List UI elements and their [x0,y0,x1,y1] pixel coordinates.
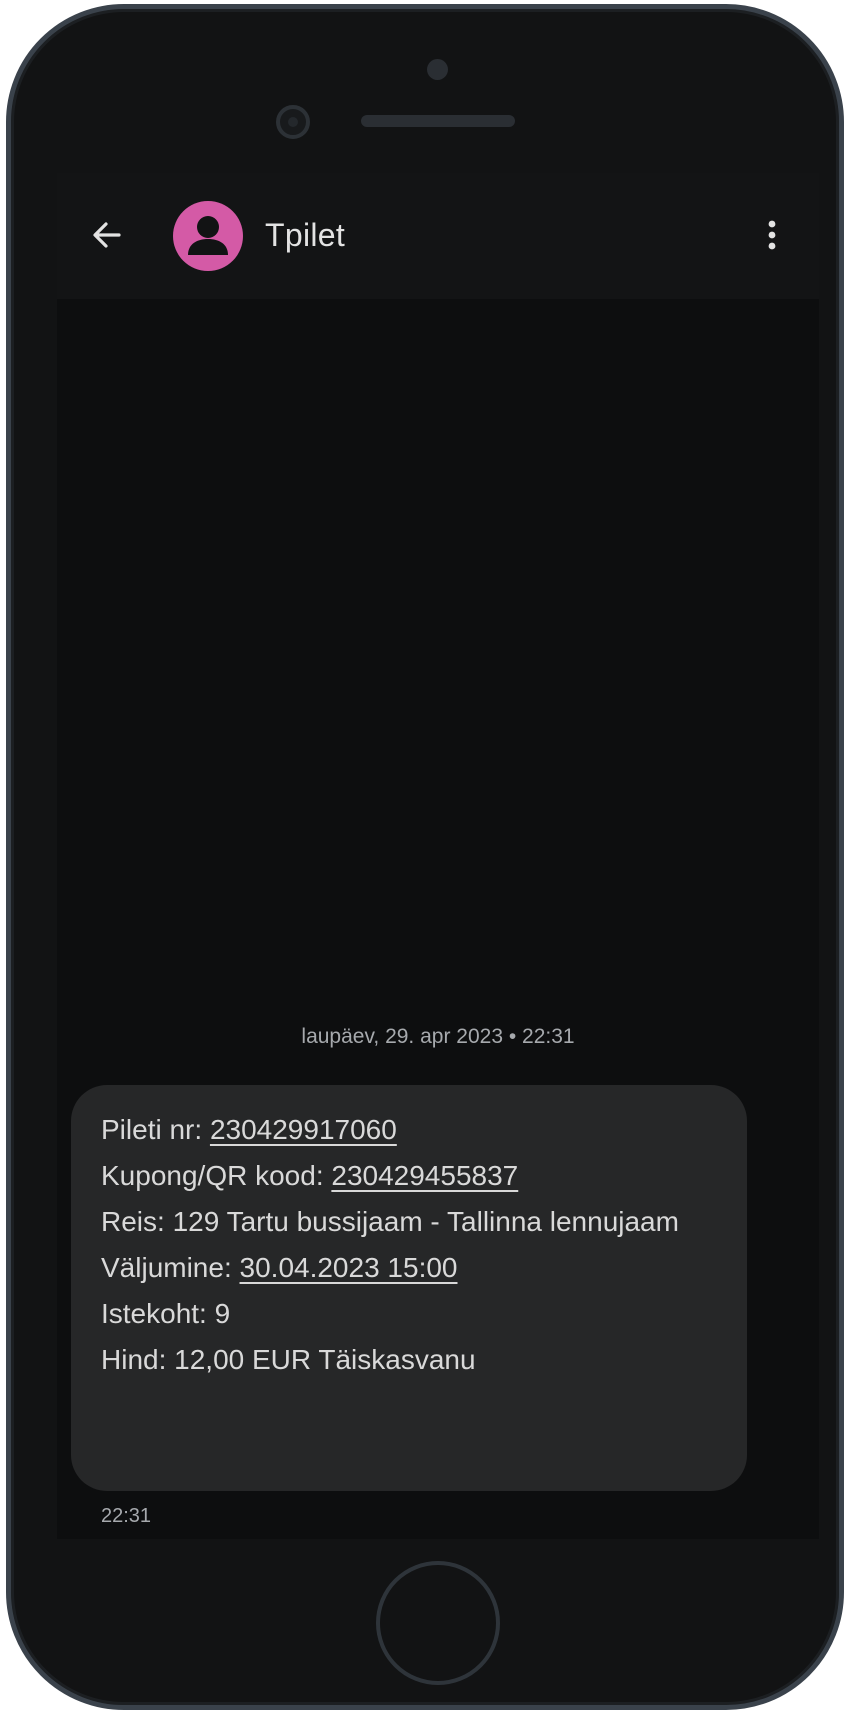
phone-frame: Tpilet laupäev, 29. apr 2023 • 22:31 Pil… [6,4,844,1710]
contact-name[interactable]: Tpilet [265,217,345,254]
departure-label: Väljumine: [101,1252,240,1283]
front-camera-icon [276,105,310,139]
person-avatar-icon[interactable] [173,201,243,271]
trip-line: Reis: 129 Tartu bussijaam - Tallinna len… [101,1206,679,1237]
earpiece-speaker [361,115,515,127]
date-divider: laupäev, 29. apr 2023 • 22:31 [301,1025,575,1048]
coupon-line: Kupong/QR kood: 230429455837 [101,1153,717,1199]
departure-datetime-link[interactable]: 30.04.2023 15:00 [240,1252,458,1283]
app-bar: Tpilet [57,173,819,299]
coupon-label: Kupong/QR kood: [101,1160,332,1191]
proximity-sensor [427,59,448,80]
ticket-label: Pileti nr: [101,1114,210,1145]
coupon-number-link[interactable]: 230429455837 [331,1160,518,1191]
departure-line: Väljumine: 30.04.2023 15:00 [101,1245,717,1291]
more-vertical-icon[interactable] [757,215,787,255]
arrow-back-icon[interactable] [87,215,127,255]
ticket-number-link[interactable]: 230429917060 [210,1114,397,1145]
price-line: Hind: 12,00 EUR Täiskasvanu [101,1344,476,1375]
message-bubble[interactable]: Pileti nr: 230429917060 Kupong/QR kood: … [71,1085,747,1491]
messages-screen: Tpilet laupäev, 29. apr 2023 • 22:31 Pil… [57,173,819,1539]
seat-line: Istekoht: 9 [101,1298,231,1329]
message-timestamp: 22:31 [101,1505,152,1527]
home-button[interactable] [376,1561,500,1685]
ticket-line: Pileti nr: 230429917060 [101,1107,717,1153]
